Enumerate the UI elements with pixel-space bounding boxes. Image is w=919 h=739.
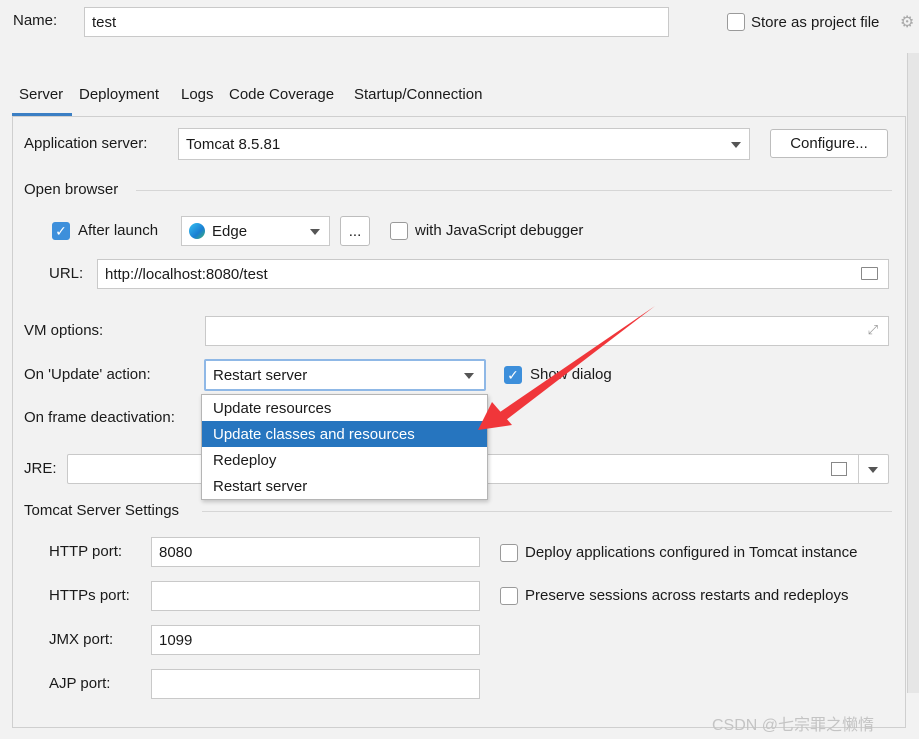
watermark: CSDN @七宗罪之懒惰	[712, 717, 875, 734]
annotation-arrow	[478, 306, 655, 430]
arrow-shaft	[500, 306, 655, 420]
